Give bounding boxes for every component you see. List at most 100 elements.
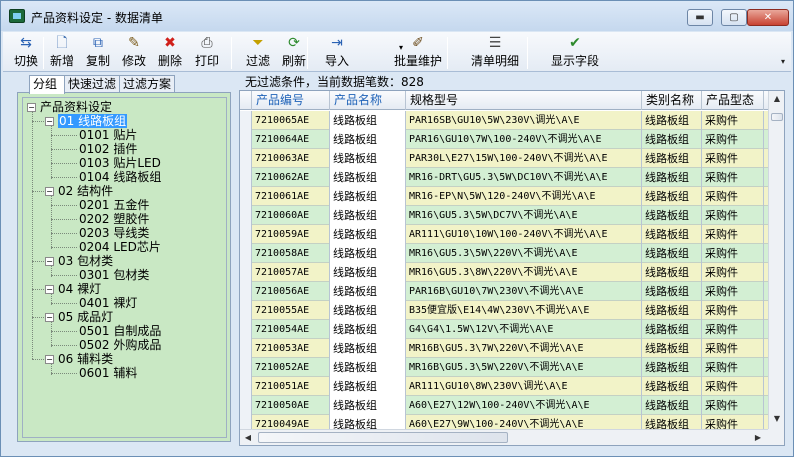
table-row[interactable]: 7210062AE 线路板组 MR16-DRT\GU5.3\5W\DC10V\不调光…	[240, 168, 770, 187]
row-header[interactable]	[240, 244, 252, 263]
tree-leaf[interactable]: 0301 包材类	[79, 268, 149, 282]
collapse-icon[interactable]: −	[45, 313, 54, 322]
tree-connector	[32, 191, 44, 192]
scroll-left-icon[interactable]: ◀	[240, 430, 256, 445]
row-header[interactable]	[240, 206, 252, 225]
toolbar-button-5[interactable]: ⎙ 打印	[189, 35, 225, 71]
toolbar-separator	[43, 37, 44, 69]
vertical-scrollbar[interactable]: ▲ ▼	[768, 91, 784, 429]
toolbar-button-3[interactable]: ✎ 修改	[119, 35, 149, 71]
table-row[interactable]: 7210052AE 线路板组 MR16B\GU5.3\5W\220V\不调光\A\E…	[240, 358, 770, 377]
row-header[interactable]	[240, 225, 252, 244]
table-row[interactable]: 7210053AE 线路板组 MR16B\GU5.3\7W\220V\不调光\A\E…	[240, 339, 770, 358]
collapse-icon[interactable]: −	[45, 257, 54, 266]
row-header[interactable]	[240, 301, 252, 320]
tree-leaf[interactable]: 0103 贴片LED	[79, 156, 161, 170]
row-header[interactable]	[240, 282, 252, 301]
tree-group-0[interactable]: −01 线路板组	[45, 114, 128, 128]
row-header[interactable]	[240, 396, 252, 415]
table-cell: PAR30L\E27\15W\100-240V\不调光\A\E	[406, 149, 642, 168]
import-dropdown-icon[interactable]: ▾	[399, 43, 403, 52]
column-header-2[interactable]: 规格型号	[406, 91, 642, 110]
table-row[interactable]: 7210065AE 线路板组 PAR16SB\GU10\5W\230V\调光\A\E…	[240, 111, 770, 130]
data-grid[interactable]: 产品编号 产品名称 规格型号 类别名称 产品型态 7210065AE 线路板组 PAR16S…	[239, 90, 785, 446]
collapse-icon[interactable]: −	[45, 117, 54, 126]
row-header[interactable]	[240, 358, 252, 377]
group-tree[interactable]: − 产品资料设定 −01 线路板组 0101 贴片 0102 插件 0103 贴片LED 0…	[22, 97, 227, 438]
row-header[interactable]	[240, 130, 252, 149]
table-row[interactable]: 7210060AE 线路板组 MR16\GU5.3\5W\DC7V\不调光\A\E 线…	[240, 206, 770, 225]
scroll-up-icon[interactable]: ▲	[769, 91, 784, 107]
tree-group-5[interactable]: −06 辅料类	[45, 352, 113, 366]
table-cell: AR111\GU10\8W\230V\调光\A\E	[406, 377, 642, 396]
table-row[interactable]: 7210063AE 线路板组 PAR30L\E27\15W\100-240V\不调光…	[240, 149, 770, 168]
row-header[interactable]	[240, 149, 252, 168]
scroll-right-icon[interactable]: ▶	[750, 430, 766, 445]
row-header[interactable]	[240, 320, 252, 339]
tree-leaf[interactable]: 0104 线路板组	[79, 170, 161, 184]
tab-0[interactable]: 分组	[29, 75, 65, 94]
table-row[interactable]: 7210056AE 线路板组 PAR16B\GU10\7W\230V\不调光\A\E…	[240, 282, 770, 301]
column-header-0[interactable]: 产品编号	[252, 91, 330, 110]
tree-group-1[interactable]: −02 结构件	[45, 184, 113, 198]
tree-leaf[interactable]: 0203 导线类	[79, 226, 149, 240]
table-row[interactable]: 7210061AE 线路板组 MR16-EP\N\5W\120-240V\不调光\A…	[240, 187, 770, 206]
collapse-icon[interactable]: −	[45, 187, 54, 196]
tree-root[interactable]: − 产品资料设定	[27, 100, 112, 114]
table-row[interactable]: 7210064AE 线路板组 PAR16\GU10\7W\100-240V\不调光\…	[240, 130, 770, 149]
vertical-scroll-thumb[interactable]	[771, 113, 783, 121]
column-header-1[interactable]: 产品名称	[330, 91, 406, 110]
tab-1[interactable]: 快速过滤	[64, 75, 120, 93]
toolbar-button-10[interactable]: ☰ 清单明细	[459, 35, 531, 71]
table-cell: 线路板组	[330, 149, 406, 168]
tree-leaf[interactable]: 0201 五金件	[79, 198, 149, 212]
row-header[interactable]	[240, 187, 252, 206]
tree-leaf[interactable]: 0501 自制成品	[79, 324, 161, 338]
horizontal-scroll-thumb[interactable]	[258, 432, 508, 443]
table-row[interactable]: 7210051AE 线路板组 AR111\GU10\8W\230V\调光\A\E 线路…	[240, 377, 770, 396]
table-row[interactable]: 7210057AE 线路板组 MR16\GU5.3\8W\220V\不调光\A\E 线…	[240, 263, 770, 282]
table-row[interactable]: 7210055AE 线路板组 B35便宜版\E14\4W\230V\不调光\A\E 线…	[240, 301, 770, 320]
collapse-icon[interactable]: −	[45, 355, 54, 364]
table-row[interactable]: 7210050AE 线路板组 A60\E27\12W\100-240V\不调光\A\…	[240, 396, 770, 415]
toolbar-button-1[interactable]: 🗋 新增	[47, 35, 77, 71]
tree-leaf[interactable]: 0101 贴片	[79, 128, 137, 142]
column-header-3[interactable]: 类别名称	[642, 91, 702, 110]
row-header[interactable]	[240, 377, 252, 396]
tree-leaf[interactable]: 0601 辅料	[79, 366, 137, 380]
collapse-icon[interactable]: −	[45, 285, 54, 294]
tree-group-4[interactable]: −05 成品灯	[45, 310, 113, 324]
scroll-down-icon[interactable]: ▼	[769, 411, 784, 427]
toolbar-button-6[interactable]: ⏷ 过滤	[243, 35, 273, 71]
table-cell: 采购件	[702, 225, 764, 244]
tree-leaf[interactable]: 0204 LED芯片	[79, 240, 161, 254]
toolbar-button-2[interactable]: ⧉ 复制	[83, 35, 113, 71]
tree-leaf[interactable]: 0401 裸灯	[79, 296, 137, 310]
minimize-button[interactable]: ▬	[687, 9, 713, 26]
table-row[interactable]: 7210054AE 线路板组 G4\G4\1.5W\12V\不调光\A\E 线路板组采…	[240, 320, 770, 339]
row-header[interactable]	[240, 168, 252, 187]
toolbar-button-11[interactable]: ✔ 显示字段	[537, 35, 613, 71]
tree-group-3[interactable]: −04 裸灯	[45, 282, 101, 296]
toolbar-button-7[interactable]: ⟳ 刷新	[279, 35, 309, 71]
tree-leaf[interactable]: 0502 外购成品	[79, 338, 161, 352]
tree-leaf[interactable]: 0202 塑胶件	[79, 212, 149, 226]
row-header[interactable]	[240, 111, 252, 130]
row-header[interactable]	[240, 263, 252, 282]
toolbar-button-0[interactable]: ⇆ 切换	[11, 35, 41, 71]
tree-leaf[interactable]: 0102 插件	[79, 142, 137, 156]
table-row[interactable]: 7210059AE 线路板组 AR111\GU10\10W\100-240V\不调光…	[240, 225, 770, 244]
tree-group-2[interactable]: −03 包材类	[45, 254, 113, 268]
maximize-button[interactable]: ▢	[721, 9, 747, 26]
column-header-4[interactable]: 产品型态	[702, 91, 764, 110]
row-header[interactable]	[240, 339, 252, 358]
title-bar[interactable]: 产品资料设定 - 数据清单 ▬ ▢ ✕	[1, 1, 793, 31]
horizontal-scrollbar[interactable]: ◀ ▶	[240, 429, 768, 445]
toolbar-button-4[interactable]: ✖ 删除	[155, 35, 185, 71]
toolbar-button-9[interactable]: ✐ 批量维护	[385, 35, 451, 71]
toolbar-overflow-icon[interactable]: ▾	[781, 57, 785, 66]
toolbar-button-8[interactable]: ⇥ 导入	[319, 35, 355, 71]
table-row[interactable]: 7210058AE 线路板组 MR16\GU5.3\5W\220V\不调光\A\E 线…	[240, 244, 770, 263]
tab-2[interactable]: 过滤方案	[119, 75, 175, 93]
close-button[interactable]: ✕	[747, 9, 789, 26]
